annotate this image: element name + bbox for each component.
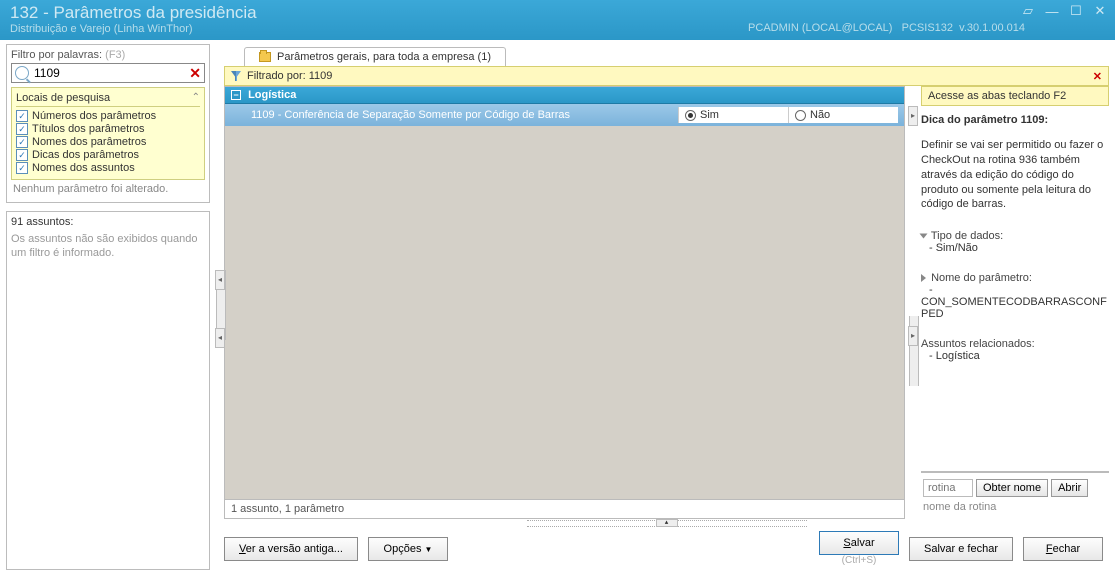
parameter-row[interactable]: 1109 - Conferência de Separação Somente … [225,104,904,126]
user-label: PCADMIN (LOCAL@LOCAL) [748,22,892,34]
tab-strip: Parâmetros gerais, para toda a empresa (… [224,42,1109,66]
search-locations-header[interactable]: Locais de pesquisa ⌃ [16,92,200,107]
folder-icon [259,52,271,62]
tab-general-params[interactable]: Parâmetros gerais, para toda a empresa (… [244,47,506,66]
check-names[interactable]: ✓Nomes dos parâmetros [16,136,200,148]
horizontal-splitter[interactable]: ▴ [224,519,1109,527]
check-hints[interactable]: ✓Dicas dos parâmetros [16,149,200,161]
save-button[interactable]: Salvar [819,531,899,555]
restore-icon[interactable]: ▱ [1019,2,1037,20]
search-locations-box: Locais de pesquisa ⌃ ✓Números dos parâme… [11,87,205,180]
routine-name-label: nome da rotina [923,501,1107,513]
checkbox-icon[interactable]: ✓ [16,162,28,174]
get-name-button[interactable]: Obter nome [976,479,1048,497]
vertical-splitter[interactable]: ◂ ◂ [216,40,224,574]
splitter-handle-icon[interactable]: ◂ [215,270,225,290]
button-bar: Ver a versão antiga... Opções▼ Salvar (C… [224,527,1109,570]
parameter-label: 1109 - Conferência de Separação Somente … [251,109,678,121]
titlebar: 132 - Parâmetros da presidência Distribu… [0,0,1115,40]
tip-body: Definir se vai ser permitido ou fazer o … [921,138,1109,212]
checkbox-icon[interactable]: ✓ [16,110,28,122]
splitter-handle-icon[interactable]: ◂ [215,328,225,348]
chevron-up-icon[interactable]: ⌃ [192,92,200,103]
access-hint: Acesse as abas teclando F2 [921,86,1109,106]
checkbox-icon[interactable]: ✓ [16,123,28,135]
chevron-right-icon[interactable] [921,274,926,282]
subjects-header: 91 assuntos: [11,216,205,228]
options-button[interactable]: Opções▼ [368,537,448,561]
grid-empty-area [225,126,904,499]
info-panel: Acesse as abas teclando F2 Dica do parâm… [921,86,1109,519]
old-version-button[interactable]: Ver a versão antiga... [224,537,358,561]
filter-text: Filtrado por: 1109 [247,70,332,82]
module-label: PCSIS132 [902,22,953,34]
radio-icon[interactable] [685,110,696,121]
checkbox-icon[interactable]: ✓ [16,136,28,148]
splitter-handle-icon[interactable]: ▴ [656,519,678,527]
open-button[interactable]: Abrir [1051,479,1088,497]
filter-box: Filtro por palavras: (F3) ✕ Locais de pe… [6,44,210,203]
routine-box: Obter nome Abrir nome da rotina [921,471,1109,519]
window-buttons: ▱ — ☐ ✕ [1019,2,1109,20]
minimize-icon[interactable]: — [1043,2,1061,20]
check-subjects[interactable]: ✓Nomes dos assuntos [16,162,200,174]
clear-search-icon[interactable]: ✕ [189,65,201,82]
filter-bar: Filtrado por: 1109 ✕ [224,66,1109,86]
main-panel: Parâmetros gerais, para toda a empresa (… [224,40,1115,574]
check-titles[interactable]: ✓Títulos dos parâmetros [16,123,200,135]
splitter-handle-icon[interactable]: ▸ [908,106,918,126]
chevron-down-icon[interactable] [920,234,928,239]
search-input[interactable] [11,63,205,83]
close-icon[interactable]: ✕ [1091,2,1109,20]
window-title: 132 - Parâmetros da presidência [10,3,1105,23]
clear-filter-icon[interactable]: ✕ [1093,70,1102,83]
subjects-box: 91 assuntos: Os assuntos não são exibido… [6,211,210,570]
vertical-splitter-right[interactable]: ▸ ▸ [909,86,917,519]
radio-yes[interactable]: Sim [678,107,788,123]
checkbox-icon[interactable]: ✓ [16,149,28,161]
parameter-grid: − Logística 1109 - Conferência de Separa… [224,86,905,519]
window-meta: PCADMIN (LOCAL@LOCAL) PCSIS132 v.30.1.00… [748,22,1025,34]
save-close-button[interactable]: Salvar e fechar [909,537,1013,561]
routine-input[interactable] [923,479,973,497]
radio-no[interactable]: Não [788,107,898,123]
close-button[interactable]: Fechar [1023,537,1103,561]
collapse-icon[interactable]: − [231,90,241,100]
left-panel: Filtro por palavras: (F3) ✕ Locais de pe… [0,40,216,574]
radio-icon[interactable] [795,110,806,121]
check-numbers[interactable]: ✓Números dos parâmetros [16,110,200,122]
grid-footer: 1 assunto, 1 parâmetro [225,499,904,518]
change-status: Nenhum parâmetro foi alterado. [11,180,205,198]
group-header[interactable]: − Logística [225,87,904,104]
tip-title: Dica do parâmetro 1109: [921,114,1109,126]
datatype-section: Tipo de dados: - Sim/Não [921,230,1109,254]
subjects-message: Os assuntos não são exibidos quando um f… [11,232,205,261]
related-section: Assuntos relacionados: - Logística [921,338,1109,362]
splitter-handle-icon[interactable]: ▸ [908,326,918,346]
version-label: v.30.1.00.014 [959,22,1025,34]
paramname-section: Nome do parâmetro: - CON_SOMENTECODBARRA… [921,272,1109,320]
funnel-icon [231,71,241,81]
caret-down-icon: ▼ [424,545,432,554]
search-icon [15,66,29,80]
filter-label: Filtro por palavras: (F3) [11,49,205,61]
save-shortcut: (Ctrl+S) [842,555,877,566]
maximize-icon[interactable]: ☐ [1067,2,1085,20]
